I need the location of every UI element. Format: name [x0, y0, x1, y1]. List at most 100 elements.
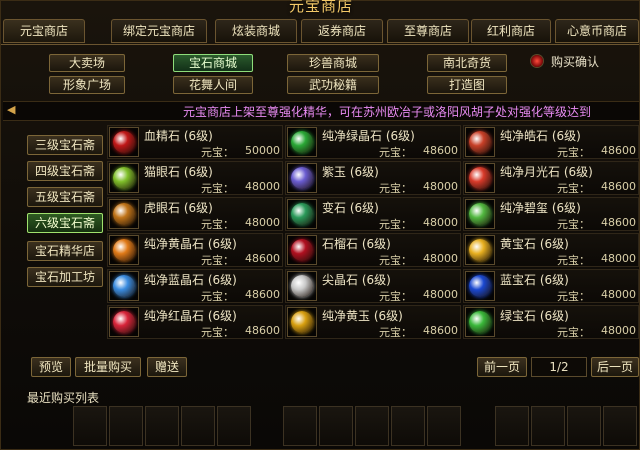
tab-bonus-shop[interactable]: 红利商店 [471, 19, 551, 43]
price-value: 48600 [601, 216, 636, 229]
gem-icon[interactable] [287, 271, 317, 301]
item-cell[interactable]: 纯净黄玉 (6级) 元宝： 48600 [285, 305, 461, 339]
gem-image [291, 275, 313, 297]
gem-icon[interactable] [287, 163, 317, 193]
gem-icon[interactable] [109, 199, 139, 229]
recent-slot[interactable] [531, 406, 565, 446]
recent-slot[interactable] [319, 406, 353, 446]
price-label: 元宝： [557, 254, 590, 267]
category-martial-arts-books[interactable]: 武功秘籍 [287, 76, 379, 94]
category-gem-mall[interactable]: 宝石商城 [173, 54, 253, 72]
price-value: 48600 [601, 180, 636, 193]
radio-indicator-icon[interactable] [531, 55, 543, 67]
category-big-market[interactable]: 大卖场 [49, 54, 125, 72]
gem-image [469, 203, 491, 225]
gem-icon[interactable] [465, 271, 495, 301]
gem-icon[interactable] [109, 163, 139, 193]
tab-xinyi-coin-shop[interactable]: 心意币商店 [555, 19, 639, 43]
item-cell[interactable]: 纯净蓝晶石 (6级) 元宝： 48600 [107, 269, 283, 303]
recent-slot[interactable] [109, 406, 143, 446]
recent-slot[interactable] [217, 406, 251, 446]
price-value: 48600 [245, 324, 280, 337]
item-cell[interactable]: 虎眼石 (6级) 元宝： 48000 [107, 197, 283, 231]
item-cell[interactable]: 黄宝石 (6级) 元宝： 48000 [463, 233, 639, 267]
recent-slot[interactable] [145, 406, 179, 446]
side-level4-gem-shop[interactable]: 四级宝石斋 [27, 161, 103, 181]
price-label: 元宝： [201, 254, 234, 267]
item-cell[interactable]: 纯净碧玺 (6级) 元宝： 48600 [463, 197, 639, 231]
item-name: 猫眼石 (6级) [144, 165, 213, 179]
side-level6-gem-shop[interactable]: 六级宝石斋 [27, 213, 103, 233]
recent-slot[interactable] [567, 406, 601, 446]
tab-voucher-shop[interactable]: 返券商店 [301, 19, 383, 43]
item-name: 纯净黄晶石 (6级) [144, 237, 237, 251]
price-value: 48000 [423, 216, 458, 229]
item-cell[interactable]: 纯净黄晶石 (6级) 元宝： 48600 [107, 233, 283, 267]
gem-icon[interactable] [109, 271, 139, 301]
item-cell[interactable]: 尖晶石 (6级) 元宝： 48000 [285, 269, 461, 303]
gem-icon[interactable] [465, 127, 495, 157]
recent-slot[interactable] [391, 406, 425, 446]
gem-image [113, 167, 135, 189]
recent-slot[interactable] [427, 406, 461, 446]
gem-icon[interactable] [109, 127, 139, 157]
item-cell[interactable]: 变石 (6级) 元宝： 48000 [285, 197, 461, 231]
category-flower-dance[interactable]: 花舞人间 [173, 76, 253, 94]
preview-button[interactable]: 预览 [31, 357, 71, 377]
gem-icon[interactable] [287, 199, 317, 229]
gem-icon[interactable] [287, 235, 317, 265]
recent-slot[interactable] [603, 406, 637, 446]
item-name: 石榴石 (6级) [322, 237, 391, 251]
prev-page-button[interactable]: 前一页 [477, 357, 527, 377]
recent-slot[interactable] [73, 406, 107, 446]
recent-slot[interactable] [495, 406, 529, 446]
bulk-buy-button[interactable]: 批量购买 [75, 357, 141, 377]
tab-yuanbao-shop[interactable]: 元宝商店 [3, 19, 85, 43]
tab-bound-yuanbao-shop[interactable]: 绑定元宝商店 [111, 19, 207, 43]
gem-icon[interactable] [465, 307, 495, 337]
item-cell[interactable]: 血精石 (6级) 元宝： 50000 [107, 125, 283, 159]
category-forging-plans[interactable]: 打造图 [427, 76, 507, 94]
gem-icon[interactable] [287, 127, 317, 157]
gem-icon[interactable] [465, 199, 495, 229]
price-value: 48000 [601, 324, 636, 337]
category-rare-goods[interactable]: 南北奇货 [427, 54, 507, 72]
item-cell[interactable]: 蓝宝石 (6级) 元宝： 48000 [463, 269, 639, 303]
gem-image [113, 203, 135, 225]
price-label: 元宝： [201, 218, 234, 231]
tab-supreme-shop[interactable]: 至尊商店 [387, 19, 469, 43]
item-cell[interactable]: 纯净红晶石 (6级) 元宝： 48600 [107, 305, 283, 339]
gem-image [291, 239, 313, 261]
next-page-button[interactable]: 后一页 [591, 357, 639, 377]
side-level3-gem-shop[interactable]: 三级宝石斋 [27, 135, 103, 155]
side-gem-workshop[interactable]: 宝石加工坊 [27, 267, 103, 287]
price-label: 元宝： [557, 326, 590, 339]
tab-fashion-mall[interactable]: 炫装商城 [215, 19, 297, 43]
item-name: 蓝宝石 (6级) [500, 273, 569, 287]
recent-slot[interactable] [355, 406, 389, 446]
item-name: 纯净皓石 (6级) [500, 129, 581, 143]
price-label: 元宝： [379, 326, 412, 339]
gift-button[interactable]: 赠送 [147, 357, 187, 377]
item-cell[interactable]: 纯净皓石 (6级) 元宝： 48600 [463, 125, 639, 159]
item-cell[interactable]: 石榴石 (6级) 元宝： 48000 [285, 233, 461, 267]
item-cell[interactable]: 纯净绿晶石 (6级) 元宝： 48600 [285, 125, 461, 159]
gem-icon[interactable] [465, 235, 495, 265]
item-cell[interactable]: 猫眼石 (6级) 元宝： 48000 [107, 161, 283, 195]
gem-icon[interactable] [465, 163, 495, 193]
recent-slot[interactable] [283, 406, 317, 446]
item-cell[interactable]: 纯净月光石 (6级) 元宝： 48600 [463, 161, 639, 195]
price-label: 元宝： [201, 290, 234, 303]
side-gem-essence-shop[interactable]: 宝石精华店 [27, 241, 103, 261]
price-value: 48000 [245, 180, 280, 193]
gem-icon[interactable] [287, 307, 317, 337]
category-image-plaza[interactable]: 形象广场 [49, 76, 125, 94]
recent-slot[interactable] [181, 406, 215, 446]
category-pet-mall[interactable]: 珍兽商城 [287, 54, 379, 72]
item-cell[interactable]: 绿宝石 (6级) 元宝： 48000 [463, 305, 639, 339]
item-cell[interactable]: 紫玉 (6级) 元宝： 48000 [285, 161, 461, 195]
gem-icon[interactable] [109, 307, 139, 337]
gem-image [113, 311, 135, 333]
gem-icon[interactable] [109, 235, 139, 265]
side-level5-gem-shop[interactable]: 五级宝石斋 [27, 187, 103, 207]
